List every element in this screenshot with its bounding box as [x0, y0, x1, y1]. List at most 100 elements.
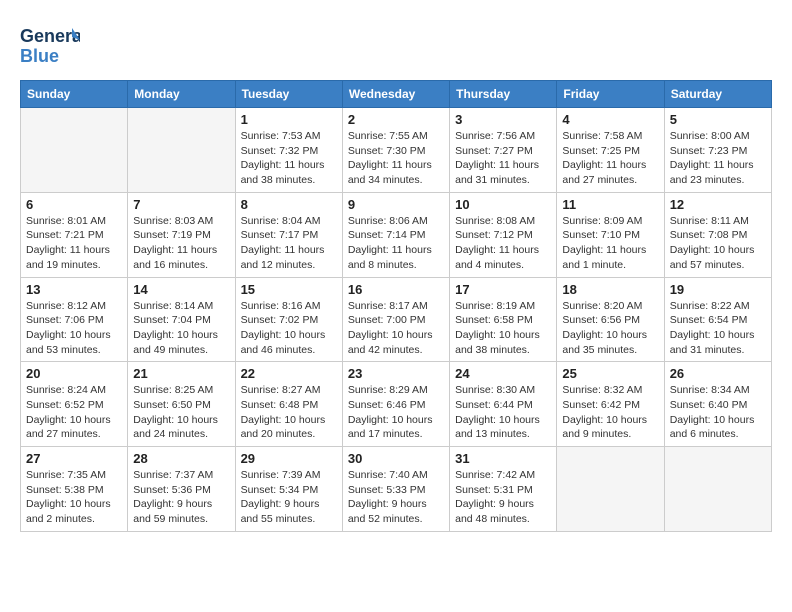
day-info: Sunrise: 8:01 AM Sunset: 7:21 PM Dayligh…: [26, 214, 122, 273]
weekday-header-monday: Monday: [128, 81, 235, 108]
day-number: 27: [26, 451, 122, 466]
day-number: 18: [562, 282, 658, 297]
day-number: 2: [348, 112, 444, 127]
day-number: 22: [241, 366, 337, 381]
calendar-table: SundayMondayTuesdayWednesdayThursdayFrid…: [20, 80, 772, 532]
day-info: Sunrise: 8:22 AM Sunset: 6:54 PM Dayligh…: [670, 299, 766, 358]
day-info: Sunrise: 7:55 AM Sunset: 7:30 PM Dayligh…: [348, 129, 444, 188]
day-number: 12: [670, 197, 766, 212]
calendar-cell: 2 Sunrise: 7:55 AM Sunset: 7:30 PM Daylig…: [342, 108, 449, 193]
calendar-cell: 7 Sunrise: 8:03 AM Sunset: 7:19 PM Daylig…: [128, 192, 235, 277]
calendar-cell: 8Sunrise: 8:04 AM Sunset: 7:17 PM Daylig…: [235, 192, 342, 277]
day-info: Sunrise: 8:09 AM Sunset: 7:10 PM Dayligh…: [562, 214, 658, 273]
day-number: 31: [455, 451, 551, 466]
day-number: 5: [670, 112, 766, 127]
calendar-cell: 11 Sunrise: 8:09 AM Sunset: 7:10 PM Dayli…: [557, 192, 664, 277]
day-info: Sunrise: 7:40 AM Sunset: 5:33 PM Dayligh…: [348, 468, 444, 527]
day-info: Sunrise: 8:14 AM Sunset: 7:04 PM Dayligh…: [133, 299, 229, 358]
weekday-header-row: SundayMondayTuesdayWednesdayThursdayFrid…: [21, 81, 772, 108]
calendar-cell: 6 Sunrise: 8:01 AM Sunset: 7:21 PM Daylig…: [21, 192, 128, 277]
day-info: Sunrise: 7:56 AM Sunset: 7:27 PM Dayligh…: [455, 129, 551, 188]
day-info: Sunrise: 8:25 AM Sunset: 6:50 PM Dayligh…: [133, 383, 229, 442]
calendar-cell: 10 Sunrise: 8:08 AM Sunset: 7:12 PM Dayli…: [450, 192, 557, 277]
weekday-header-wednesday: Wednesday: [342, 81, 449, 108]
weekday-header-friday: Friday: [557, 81, 664, 108]
calendar-cell: 4 Sunrise: 7:58 AM Sunset: 7:25 PM Daylig…: [557, 108, 664, 193]
calendar-cell: 27 Sunrise: 7:35 AM Sunset: 5:38 PM Dayli…: [21, 447, 128, 532]
day-info: Sunrise: 7:42 AM Sunset: 5:31 PM Dayligh…: [455, 468, 551, 527]
day-number: 23: [348, 366, 444, 381]
calendar-cell: 18Sunrise: 8:20 AM Sunset: 6:56 PM Dayli…: [557, 277, 664, 362]
calendar-cell: 17 Sunrise: 8:19 AM Sunset: 6:58 PM Dayli…: [450, 277, 557, 362]
calendar-cell: [557, 447, 664, 532]
day-info: Sunrise: 8:08 AM Sunset: 7:12 PM Dayligh…: [455, 214, 551, 273]
day-number: 11: [562, 197, 658, 212]
calendar-cell: 20 Sunrise: 8:24 AM Sunset: 6:52 PM Dayli…: [21, 362, 128, 447]
logo-svg: GeneralBlue: [20, 20, 80, 70]
week-row-1: 1 Sunrise: 7:53 AM Sunset: 7:32 PM Daylig…: [21, 108, 772, 193]
calendar-cell: 3 Sunrise: 7:56 AM Sunset: 7:27 PM Daylig…: [450, 108, 557, 193]
day-number: 28: [133, 451, 229, 466]
day-info: Sunrise: 8:32 AM Sunset: 6:42 PM Dayligh…: [562, 383, 658, 442]
calendar-cell: 19 Sunrise: 8:22 AM Sunset: 6:54 PM Dayli…: [664, 277, 771, 362]
weekday-header-tuesday: Tuesday: [235, 81, 342, 108]
calendar-cell: 1 Sunrise: 7:53 AM Sunset: 7:32 PM Daylig…: [235, 108, 342, 193]
day-info: Sunrise: 8:17 AM Sunset: 7:00 PM Dayligh…: [348, 299, 444, 358]
day-number: 19: [670, 282, 766, 297]
day-info: Sunrise: 8:11 AM Sunset: 7:08 PM Dayligh…: [670, 214, 766, 273]
calendar-cell: 23 Sunrise: 8:29 AM Sunset: 6:46 PM Dayli…: [342, 362, 449, 447]
calendar-cell: [664, 447, 771, 532]
page-header: GeneralBlue: [20, 20, 772, 70]
day-number: 1: [241, 112, 337, 127]
calendar-cell: 21Sunrise: 8:25 AM Sunset: 6:50 PM Dayli…: [128, 362, 235, 447]
calendar-cell: 15 Sunrise: 8:16 AM Sunset: 7:02 PM Dayli…: [235, 277, 342, 362]
day-info: Sunrise: 7:37 AM Sunset: 5:36 PM Dayligh…: [133, 468, 229, 527]
calendar-cell: 12 Sunrise: 8:11 AM Sunset: 7:08 PM Dayli…: [664, 192, 771, 277]
day-info: Sunrise: 7:35 AM Sunset: 5:38 PM Dayligh…: [26, 468, 122, 527]
day-info: Sunrise: 8:06 AM Sunset: 7:14 PM Dayligh…: [348, 214, 444, 273]
day-info: Sunrise: 7:58 AM Sunset: 7:25 PM Dayligh…: [562, 129, 658, 188]
day-number: 9: [348, 197, 444, 212]
day-info: Sunrise: 8:24 AM Sunset: 6:52 PM Dayligh…: [26, 383, 122, 442]
weekday-header-saturday: Saturday: [664, 81, 771, 108]
day-info: Sunrise: 7:53 AM Sunset: 7:32 PM Dayligh…: [241, 129, 337, 188]
day-number: 15: [241, 282, 337, 297]
day-number: 29: [241, 451, 337, 466]
day-number: 17: [455, 282, 551, 297]
day-info: Sunrise: 8:29 AM Sunset: 6:46 PM Dayligh…: [348, 383, 444, 442]
day-number: 13: [26, 282, 122, 297]
day-info: Sunrise: 8:19 AM Sunset: 6:58 PM Dayligh…: [455, 299, 551, 358]
day-number: 25: [562, 366, 658, 381]
calendar-cell: [21, 108, 128, 193]
day-number: 4: [562, 112, 658, 127]
day-number: 3: [455, 112, 551, 127]
calendar-cell: 14 Sunrise: 8:14 AM Sunset: 7:04 PM Dayli…: [128, 277, 235, 362]
day-number: 6: [26, 197, 122, 212]
day-number: 20: [26, 366, 122, 381]
day-number: 14: [133, 282, 229, 297]
day-info: Sunrise: 8:16 AM Sunset: 7:02 PM Dayligh…: [241, 299, 337, 358]
svg-text:Blue: Blue: [20, 46, 59, 66]
calendar-cell: 16Sunrise: 8:17 AM Sunset: 7:00 PM Dayli…: [342, 277, 449, 362]
day-info: Sunrise: 7:39 AM Sunset: 5:34 PM Dayligh…: [241, 468, 337, 527]
day-info: Sunrise: 8:03 AM Sunset: 7:19 PM Dayligh…: [133, 214, 229, 273]
day-info: Sunrise: 8:12 AM Sunset: 7:06 PM Dayligh…: [26, 299, 122, 358]
day-number: 30: [348, 451, 444, 466]
day-number: 24: [455, 366, 551, 381]
calendar-cell: 29 Sunrise: 7:39 AM Sunset: 5:34 PM Dayli…: [235, 447, 342, 532]
calendar-cell: 5 Sunrise: 8:00 AM Sunset: 7:23 PM Daylig…: [664, 108, 771, 193]
calendar-cell: 13 Sunrise: 8:12 AM Sunset: 7:06 PM Dayli…: [21, 277, 128, 362]
day-number: 10: [455, 197, 551, 212]
weekday-header-sunday: Sunday: [21, 81, 128, 108]
logo: GeneralBlue: [20, 20, 80, 70]
calendar-cell: 22 Sunrise: 8:27 AM Sunset: 6:48 PM Dayli…: [235, 362, 342, 447]
day-info: Sunrise: 8:00 AM Sunset: 7:23 PM Dayligh…: [670, 129, 766, 188]
week-row-2: 6 Sunrise: 8:01 AM Sunset: 7:21 PM Daylig…: [21, 192, 772, 277]
day-info: Sunrise: 8:27 AM Sunset: 6:48 PM Dayligh…: [241, 383, 337, 442]
day-number: 26: [670, 366, 766, 381]
calendar-cell: 25 Sunrise: 8:32 AM Sunset: 6:42 PM Dayli…: [557, 362, 664, 447]
calendar-cell: 24Sunrise: 8:30 AM Sunset: 6:44 PM Dayli…: [450, 362, 557, 447]
day-info: Sunrise: 8:34 AM Sunset: 6:40 PM Dayligh…: [670, 383, 766, 442]
day-number: 7: [133, 197, 229, 212]
week-row-4: 20 Sunrise: 8:24 AM Sunset: 6:52 PM Dayli…: [21, 362, 772, 447]
